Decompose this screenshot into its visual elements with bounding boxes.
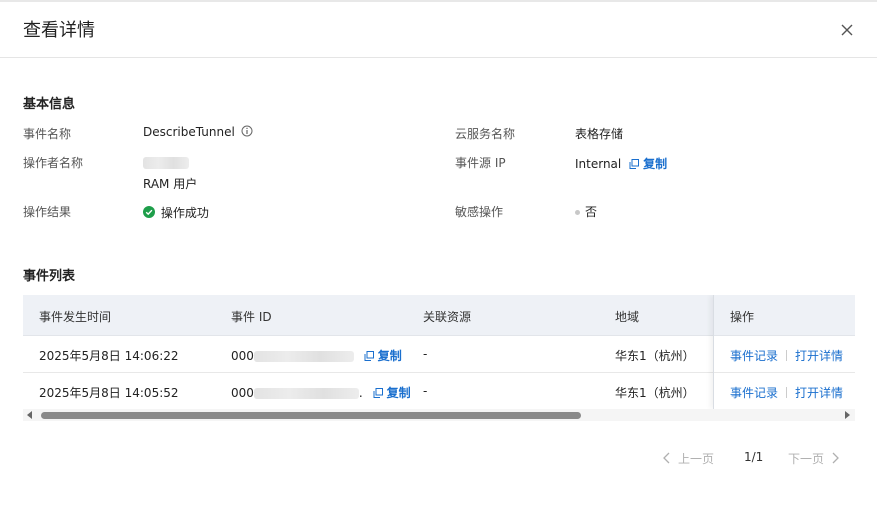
prev-page-label: 上一页 — [678, 452, 715, 466]
event-id-prefix: 000 — [231, 349, 254, 363]
check-circle-icon — [143, 206, 155, 218]
next-page-button[interactable]: 下一页 — [788, 450, 840, 467]
copy-icon — [629, 159, 640, 169]
event-id-prefix: 000 — [231, 386, 254, 400]
open-detail-link[interactable]: 打开详情 — [795, 349, 843, 363]
event-id-suffix: . — [358, 386, 363, 400]
action-column: 操作 事件记录 打开详情 事件记录 打开详情 — [713, 295, 855, 409]
cell-resource: - — [423, 347, 428, 361]
copy-label: 复制 — [643, 157, 668, 171]
cell-actions: 事件记录 打开详情 — [730, 347, 843, 364]
event-record-link[interactable]: 事件记录 — [730, 349, 778, 363]
event-name-label: 事件名称 — [23, 127, 72, 141]
event-record-link[interactable]: 事件记录 — [730, 386, 778, 400]
event-id-blurred — [253, 388, 359, 399]
scroll-thumb[interactable] — [41, 412, 581, 419]
copy-label: 复制 — [377, 349, 402, 363]
operator-name-blurred — [143, 155, 189, 169]
cell-event-id: 000. 复制 — [231, 384, 411, 401]
cell-actions: 事件记录 打开详情 — [730, 384, 843, 401]
result-text: 操作成功 — [160, 206, 209, 220]
sensitive-text: 否 — [585, 205, 598, 219]
event-table: 事件发生时间 事件 ID 关联资源 地域 2025年5月8日 14:06:22 … — [23, 295, 855, 425]
col-region: 地域 — [615, 310, 640, 324]
info-icon[interactable] — [241, 125, 253, 137]
source-ip-text: Internal — [575, 157, 622, 171]
event-list-title: 事件列表 — [23, 269, 76, 284]
next-page-label: 下一页 — [788, 452, 825, 466]
basic-info-title: 基本信息 — [23, 97, 76, 112]
event-name-text: DescribeTunnel — [143, 125, 235, 139]
cell-region: 华东1（杭州） — [615, 386, 695, 400]
operator-label: 操作者名称 — [23, 156, 84, 170]
copy-label: 复制 — [386, 386, 411, 400]
result-value: 操作成功 — [143, 204, 209, 221]
cell-region: 华东1（杭州） — [615, 349, 695, 363]
source-ip-copy-button[interactable]: 复制 — [629, 157, 667, 171]
col-event-id: 事件 ID — [231, 310, 272, 324]
service-value: 表格存储 — [575, 127, 624, 141]
col-time: 事件发生时间 — [39, 310, 112, 324]
scroll-left-icon[interactable] — [27, 411, 32, 419]
close-icon[interactable] — [836, 19, 858, 41]
open-detail-link[interactable]: 打开详情 — [795, 386, 843, 400]
source-ip-label: 事件源 IP — [455, 156, 506, 170]
event-id-copy-button[interactable]: 复制 — [373, 386, 411, 400]
horizontal-scrollbar[interactable] — [23, 409, 855, 421]
source-ip-value: Internal 复制 — [575, 155, 667, 172]
event-id-blurred — [253, 351, 354, 362]
dialog-title: 查看详情 — [23, 20, 95, 41]
col-resource: 关联资源 — [423, 310, 472, 324]
page-indicator: 1/1 — [744, 450, 764, 464]
cell-time: 2025年5月8日 14:05:52 — [39, 386, 179, 400]
dialog-header: 查看详情 — [0, 2, 877, 58]
sensitive-value: 否 — [575, 203, 597, 220]
scroll-right-icon[interactable] — [845, 411, 850, 419]
cell-time: 2025年5月8日 14:06:22 — [39, 349, 179, 363]
cell-resource: - — [423, 384, 428, 398]
event-name-value: DescribeTunnel — [143, 125, 253, 139]
col-actions: 操作 — [730, 310, 755, 324]
copy-icon — [364, 351, 374, 361]
result-label: 操作结果 — [23, 205, 72, 219]
chevron-left-icon — [663, 452, 670, 464]
copy-icon — [373, 388, 383, 398]
prev-page-button[interactable]: 上一页 — [662, 450, 714, 467]
event-id-copy-button[interactable]: 复制 — [364, 349, 402, 363]
service-label: 云服务名称 — [455, 127, 516, 141]
status-dot — [575, 210, 580, 215]
cell-event-id: 000 复制 — [231, 347, 402, 364]
sensitive-label: 敏感操作 — [455, 205, 504, 219]
chevron-right-icon — [832, 452, 839, 464]
operator-type: RAM 用户 — [143, 177, 198, 191]
